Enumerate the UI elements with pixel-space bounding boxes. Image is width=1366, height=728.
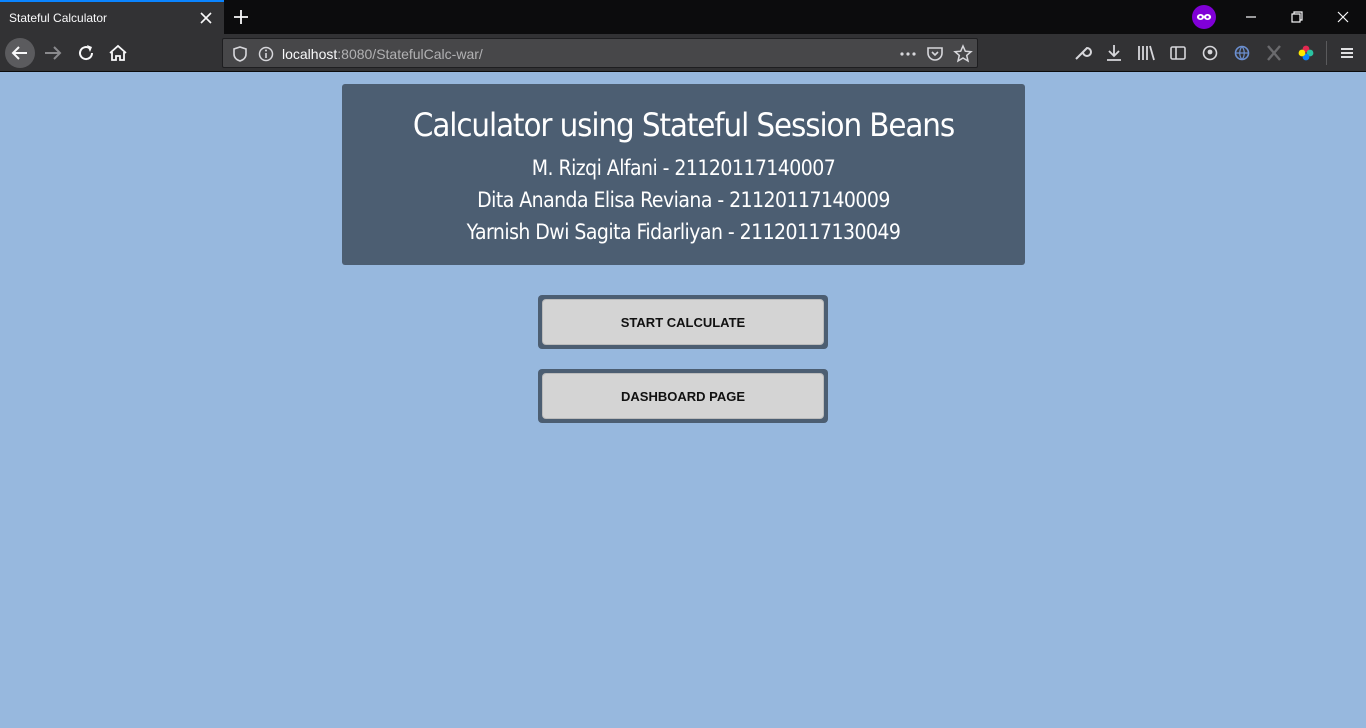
site-info-icon[interactable] [254,42,278,66]
nav-bar: localhost:8080/StatefulCalc-war/ [0,34,1366,72]
back-arrow-icon [11,46,27,60]
toolbar-separator [1326,41,1327,65]
back-button[interactable] [5,38,35,68]
tab-title: Stateful Calculator [9,11,108,25]
url-host: localhost [282,46,338,62]
dashboard-page-button-frame: DASHBOARD PAGE [538,369,828,423]
tracking-shield-icon[interactable] [228,42,252,66]
start-calculate-button-frame: START CALCULATE [538,295,828,349]
pocket-icon[interactable] [923,42,947,66]
restore-icon[interactable] [1284,4,1310,30]
active-tab[interactable]: Stateful Calculator [0,0,224,34]
url-bar[interactable]: localhost:8080/StatefulCalc-war/ [222,38,978,68]
forward-icon[interactable] [41,41,65,65]
x-extension-icon[interactable] [1262,41,1286,65]
member-line: M. Rizqi Alfani - 21120117140007 [531,156,836,180]
close-window-icon[interactable] [1330,4,1356,30]
tab-bar: Stateful Calculator [0,0,1366,34]
new-tab-icon[interactable] [230,6,252,28]
home-icon[interactable] [106,41,130,65]
private-browsing-icon [1192,5,1216,29]
sidebar-icon[interactable] [1166,41,1190,65]
hamburger-menu-icon[interactable] [1335,41,1359,65]
reload-icon[interactable] [74,41,98,65]
bookmark-star-icon[interactable] [951,42,975,66]
minimize-icon[interactable] [1238,4,1264,30]
start-calculate-button[interactable]: START CALCULATE [542,299,824,345]
vpn-globe-icon[interactable] [1230,41,1254,65]
color-picker-extension-icon[interactable] [1294,41,1318,65]
download-icon[interactable] [1102,41,1126,65]
close-tab-icon[interactable] [196,8,216,28]
dashboard-page-button[interactable]: DASHBOARD PAGE [542,373,824,419]
url-path: :8080/StatefulCalc-war/ [337,46,483,62]
page-title: Calculator using Stateful Session Beans [412,106,955,144]
wrench-icon[interactable] [1070,41,1094,65]
page-actions-icon[interactable] [896,42,920,66]
member-line: Dita Ananda Elisa Reviana - 211201171400… [477,188,890,212]
member-line: Yarnish Dwi Sagita Fidarliyan - 21120117… [466,220,901,244]
library-icon[interactable] [1134,41,1158,65]
header-card: Calculator using Stateful Session Beans … [342,84,1025,265]
url-text: localhost:8080/StatefulCalc-war/ [282,46,483,62]
account-icon[interactable] [1198,41,1222,65]
